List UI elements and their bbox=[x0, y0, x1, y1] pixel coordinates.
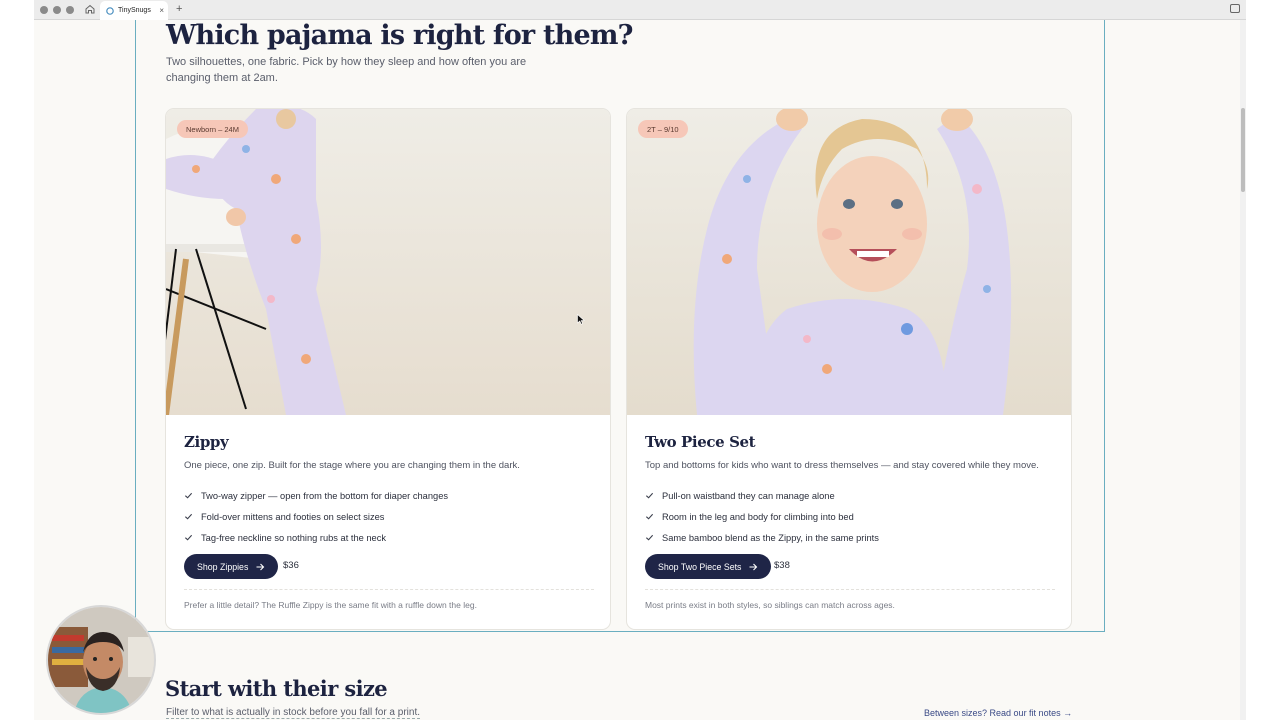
favicon-icon bbox=[106, 6, 114, 15]
fit-notes-link[interactable]: Between sizes? Read our fit notes → bbox=[924, 708, 1072, 718]
left-margin bbox=[0, 0, 34, 720]
close-tab-icon[interactable]: × bbox=[159, 6, 164, 15]
size-section-title: Start with their size bbox=[165, 676, 388, 701]
feature-item: Pull-on waistband they can manage alone bbox=[645, 485, 879, 506]
scrollbar-thumb[interactable] bbox=[1241, 108, 1245, 192]
button-label: Shop Zippies bbox=[197, 561, 249, 572]
product-card-zippy: Newborn – 24M Zippy One piece, one zip. … bbox=[165, 108, 611, 630]
check-icon bbox=[184, 492, 193, 499]
close-window-button[interactable] bbox=[40, 6, 48, 14]
feature-text: Same bamboo blend as the Zippy, in the s… bbox=[662, 532, 879, 543]
feature-list: Two-way zipper — open from the bottom fo… bbox=[184, 485, 448, 548]
product-price: $36 bbox=[283, 560, 299, 571]
age-range-badge: 2T – 9/10 bbox=[638, 120, 688, 138]
feature-item: Same bamboo blend as the Zippy, in the s… bbox=[645, 527, 879, 548]
browser-toolbar: TinySnugs × + bbox=[34, 0, 1246, 20]
product-note: Most prints exist in both styles, so sib… bbox=[645, 600, 895, 610]
home-icon[interactable] bbox=[84, 3, 96, 15]
product-note: Prefer a little detail? The Ruffle Zippy… bbox=[184, 600, 477, 610]
window-controls bbox=[40, 6, 74, 14]
product-name: Two Piece Set bbox=[645, 433, 756, 451]
feature-text: Tag-free neckline so nothing rubs at the… bbox=[201, 532, 387, 543]
feature-text: Pull-on waistband they can manage alone bbox=[662, 490, 835, 501]
sidebar-toggle-icon[interactable] bbox=[1230, 4, 1240, 13]
shop-zippies-button[interactable]: Shop Zippies bbox=[184, 554, 279, 579]
new-tab-button[interactable]: + bbox=[176, 3, 182, 15]
tab-title: TinySnugs bbox=[118, 7, 151, 14]
mouse-cursor-icon bbox=[577, 314, 585, 325]
divider bbox=[184, 589, 594, 590]
feature-list: Pull-on waistband they can manage alone … bbox=[645, 485, 879, 548]
feature-text: Room in the leg and body for climbing in… bbox=[662, 511, 854, 522]
maximize-window-button[interactable] bbox=[66, 6, 74, 14]
shop-two-piece-sets-button[interactable]: Shop Two Piece Sets bbox=[645, 554, 772, 579]
feature-text: Fold-over mittens and footies on select … bbox=[201, 511, 385, 522]
zippy-product-photo: Newborn – 24M bbox=[166, 109, 610, 415]
divider bbox=[645, 589, 1055, 590]
check-icon bbox=[184, 513, 193, 520]
arrow-right-icon bbox=[256, 563, 265, 570]
check-icon bbox=[645, 513, 654, 520]
product-description: One piece, one zip. Built for the stage … bbox=[184, 460, 520, 471]
feature-item: Room in the leg and body for climbing in… bbox=[645, 506, 879, 527]
two-piece-product-photo: 2T – 9/10 bbox=[627, 109, 1071, 415]
page-viewport: Which pajama is right for them? Two silh… bbox=[34, 20, 1246, 720]
feature-item: Fold-over mittens and footies on select … bbox=[184, 506, 448, 527]
presenter-webcam bbox=[46, 605, 156, 715]
section-title: Which pajama is right for them? bbox=[166, 20, 633, 51]
minimize-window-button[interactable] bbox=[53, 6, 61, 14]
feature-text: Two-way zipper — open from the bottom fo… bbox=[201, 490, 449, 501]
arrow-right-icon bbox=[749, 563, 758, 570]
feature-item: Tag-free neckline so nothing rubs at the… bbox=[184, 527, 448, 548]
check-icon bbox=[645, 534, 654, 541]
browser-tab[interactable]: TinySnugs × bbox=[100, 1, 168, 20]
age-range-badge: Newborn – 24M bbox=[177, 120, 248, 138]
feature-item: Two-way zipper — open from the bottom fo… bbox=[184, 485, 448, 506]
right-margin bbox=[1246, 0, 1280, 720]
check-icon bbox=[184, 534, 193, 541]
product-card-two-piece-set: 2T – 9/10 Two Piece Set Top and bottoms … bbox=[626, 108, 1072, 630]
product-name: Zippy bbox=[184, 433, 229, 451]
size-section-subtitle: Filter to what is actually in stock befo… bbox=[166, 707, 420, 719]
product-price: $38 bbox=[774, 560, 790, 571]
check-icon bbox=[645, 492, 654, 499]
product-description: Top and bottoms for kids who want to dre… bbox=[645, 460, 1039, 471]
section-subtitle: Two silhouettes, one fabric. Pick by how… bbox=[166, 56, 527, 84]
button-label: Shop Two Piece Sets bbox=[658, 561, 742, 572]
